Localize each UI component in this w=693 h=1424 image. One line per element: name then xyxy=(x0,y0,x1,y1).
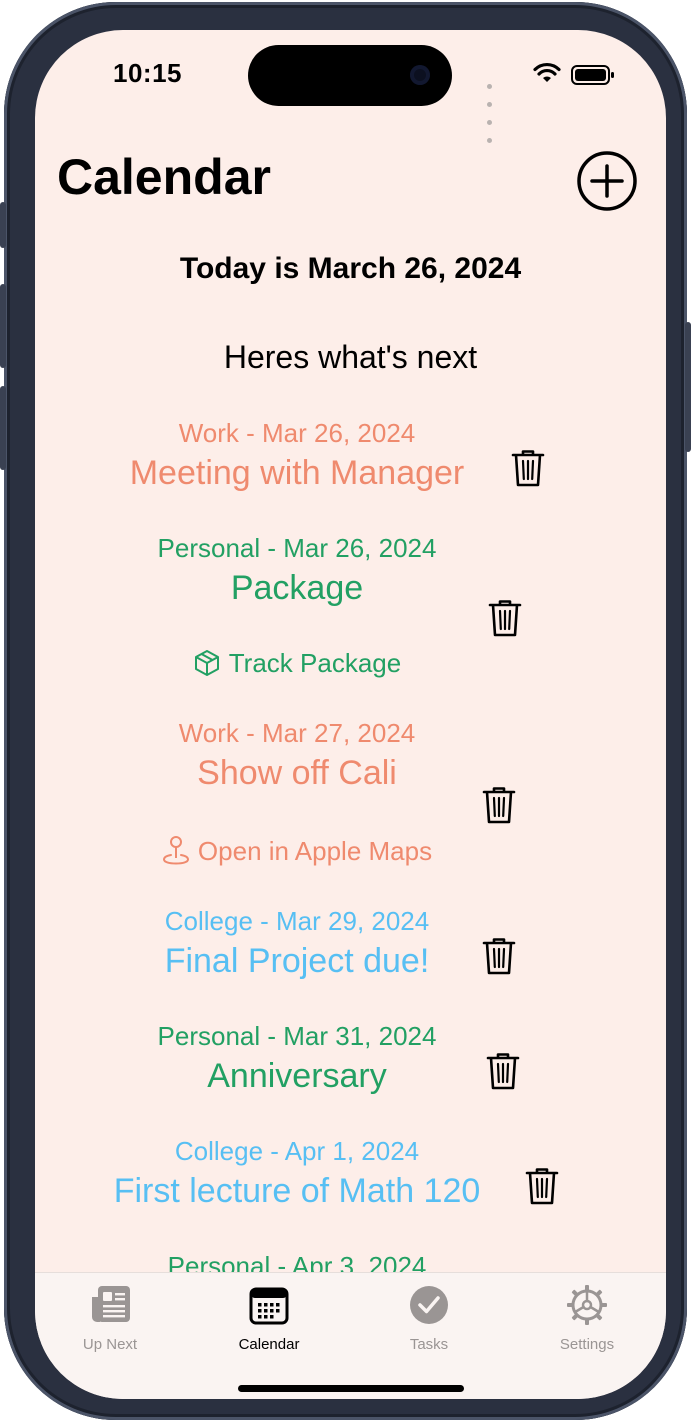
app-screen: 10:15 Calendar Today is March 26, 2024 H… xyxy=(35,30,666,1399)
next-heading: Heres what's next xyxy=(223,339,478,375)
tab-tasks[interactable]: Tasks xyxy=(364,1283,494,1353)
delete-event-button[interactable] xyxy=(485,1051,521,1091)
add-event-button[interactable] xyxy=(576,150,638,212)
tab-label: Calendar xyxy=(238,1336,300,1353)
tab-label: Tasks xyxy=(409,1336,449,1353)
box-icon xyxy=(194,650,219,676)
tab-calendar[interactable]: Calendar xyxy=(204,1283,334,1353)
event-meta: College - Apr 1, 2024 xyxy=(174,1136,420,1166)
tab-label: Settings xyxy=(559,1336,615,1353)
delete-event-button[interactable] xyxy=(481,785,517,825)
delete-event-button[interactable] xyxy=(510,448,546,488)
tab-up-next[interactable]: Up Next xyxy=(45,1283,175,1353)
newspaper-icon xyxy=(92,1286,130,1322)
event-title: Meeting with Manager xyxy=(129,454,465,492)
power-button xyxy=(685,322,691,452)
event-title: Package xyxy=(230,569,364,607)
signal-icon xyxy=(487,76,494,148)
wifi-icon xyxy=(533,62,561,82)
open-maps-label: Open in Apple Maps xyxy=(197,836,433,866)
event-meta: College - Mar 29, 2024 xyxy=(164,906,430,936)
status-time: 10:15 xyxy=(113,58,182,88)
open-maps-link[interactable]: Open in Apple Maps xyxy=(35,835,559,867)
tab-settings[interactable]: Settings xyxy=(522,1283,652,1353)
today-date-text: Today is March 26, 2024 xyxy=(179,252,522,285)
delete-event-button[interactable] xyxy=(481,936,517,976)
event-meta: Personal - Mar 26, 2024 xyxy=(157,533,437,563)
calendar-icon xyxy=(249,1287,289,1325)
checkmark-circle-icon xyxy=(410,1286,448,1324)
tab-label: Up Next xyxy=(82,1336,138,1353)
track-package-label: Track Package xyxy=(228,648,402,678)
dynamic-island xyxy=(248,45,452,106)
event-title: Anniversary xyxy=(207,1057,387,1095)
event-meta: Work - Mar 27, 2024 xyxy=(178,718,416,748)
tab-bar: Up Next Calendar Tasks Settings xyxy=(35,1272,666,1399)
track-package-link[interactable]: Track Package xyxy=(35,648,559,679)
event-meta: Work - Mar 26, 2024 xyxy=(178,418,416,448)
event-meta: Personal - Mar 31, 2024 xyxy=(157,1021,437,1051)
map-pin-icon xyxy=(162,836,189,865)
battery-icon xyxy=(571,65,614,85)
gear-icon xyxy=(567,1285,607,1325)
volume-up-button xyxy=(0,284,6,368)
home-indicator[interactable] xyxy=(238,1385,464,1392)
volume-down-button xyxy=(0,386,6,470)
page-title: Calendar xyxy=(57,149,271,205)
delete-event-button[interactable] xyxy=(524,1166,560,1206)
action-button xyxy=(0,202,6,248)
delete-event-button[interactable] xyxy=(487,598,523,638)
phone-frame: 10:15 Calendar Today is March 26, 2024 H… xyxy=(0,2,691,1420)
event-title: First lecture of Math 120 xyxy=(113,1172,481,1210)
